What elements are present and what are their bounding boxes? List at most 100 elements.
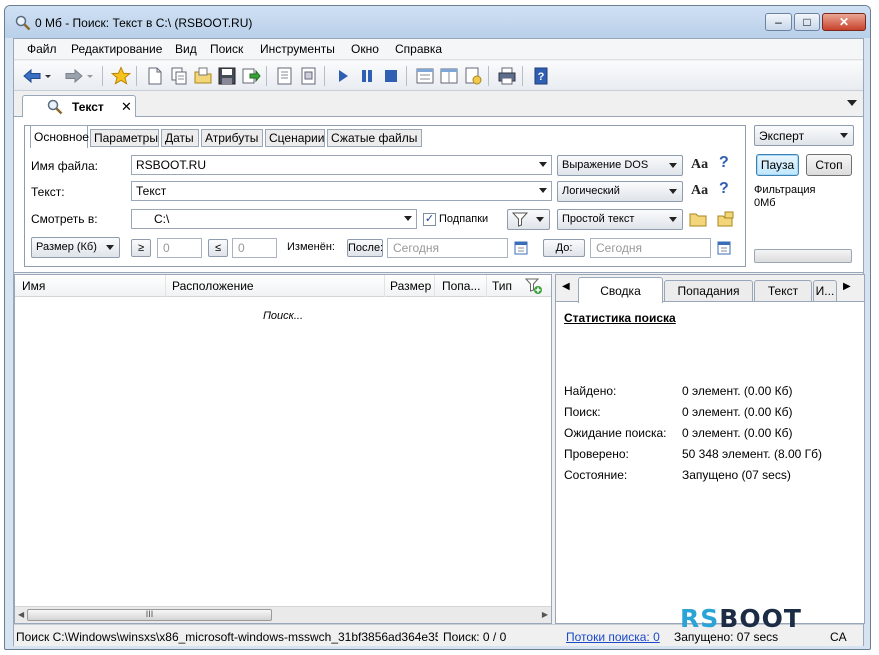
folder-options-icon[interactable]: [717, 211, 735, 227]
tab-text[interactable]: Текст: [754, 280, 812, 302]
help-book-icon[interactable]: ?: [531, 66, 551, 86]
close-icon: ✕: [838, 15, 850, 29]
filter-button[interactable]: [507, 209, 550, 230]
menu-help[interactable]: Справка: [395, 42, 442, 56]
column-type[interactable]: Тип: [492, 279, 512, 293]
tab-dates[interactable]: Даты: [161, 129, 199, 147]
tab-search-text[interactable]: Текст ✕: [22, 95, 136, 118]
maximize-button[interactable]: □: [794, 13, 820, 31]
layout-icon[interactable]: [439, 66, 459, 86]
pause-icon[interactable]: [357, 66, 377, 86]
export-icon[interactable]: [241, 66, 261, 86]
after-button[interactable]: После:: [347, 239, 383, 257]
tabs-dropdown-icon[interactable]: [847, 99, 857, 107]
list-icon[interactable]: [415, 66, 435, 86]
stat-waiting-value: 0 элемент. (0.00 Кб): [682, 426, 793, 440]
text-type-select[interactable]: Простой текст: [557, 209, 683, 230]
horizontal-scrollbar[interactable]: ◀ III ▶: [15, 606, 551, 623]
text-help-icon[interactable]: ?: [719, 180, 729, 198]
column-hits[interactable]: Попа...: [442, 279, 480, 293]
search-threads-link[interactable]: Потоки поиска: 0: [566, 630, 660, 644]
size-le-button[interactable]: ≤: [208, 239, 228, 257]
tabs-scroll-right-icon[interactable]: ▶: [843, 281, 851, 292]
back-icon[interactable]: [22, 66, 42, 86]
menu-edit[interactable]: Редактирование: [71, 42, 162, 56]
text-label: Текст:: [31, 185, 65, 199]
save-icon[interactable]: [217, 66, 237, 86]
searching-status: Поиск...: [262, 310, 304, 322]
search-options-panel: Основное Параметры Даты Атрибуты Сценари…: [14, 117, 863, 273]
chevron-down-icon[interactable]: [539, 162, 547, 167]
filename-input[interactable]: RSBOOT.RU: [131, 155, 552, 175]
stat-search-label: Поиск:: [564, 405, 601, 419]
tabs-scroll-left-icon[interactable]: ◀: [562, 281, 570, 292]
column-size[interactable]: Размер: [390, 279, 431, 293]
calendar-icon[interactable]: [717, 241, 731, 255]
text-input[interactable]: Текст: [131, 181, 552, 201]
column-name[interactable]: Имя: [22, 279, 45, 293]
after-date-input[interactable]: Сегодня: [387, 238, 508, 258]
tab-parameters[interactable]: Параметры: [90, 129, 159, 147]
text-mode-select[interactable]: Логический: [557, 181, 683, 202]
close-tab-icon[interactable]: ✕: [121, 99, 132, 115]
stop-button[interactable]: Стоп: [806, 154, 852, 176]
start-icon[interactable]: [333, 66, 353, 86]
size-mode-select[interactable]: Размер (Кб): [31, 237, 120, 258]
tab-hits[interactable]: Попадания: [664, 280, 753, 302]
size-ge-button[interactable]: ≥: [131, 239, 151, 257]
new-document-icon[interactable]: [145, 66, 165, 86]
properties-icon[interactable]: [299, 66, 319, 86]
scroll-thumb[interactable]: III: [27, 609, 272, 621]
forward-icon[interactable]: [64, 66, 84, 86]
print-icon[interactable]: [497, 66, 517, 86]
scroll-right-icon[interactable]: ▶: [542, 610, 548, 619]
before-button[interactable]: До:: [543, 239, 585, 257]
browse-folder-icon[interactable]: [689, 211, 707, 227]
scroll-left-icon[interactable]: ◀: [18, 610, 24, 619]
column-divider[interactable]: [486, 275, 487, 297]
menu-search[interactable]: Поиск: [210, 42, 243, 56]
menu-file[interactable]: Файл: [27, 42, 57, 56]
chevron-down-icon[interactable]: [539, 188, 547, 193]
tab-scenarios[interactable]: Сценарии: [265, 129, 325, 147]
size-min-input[interactable]: 0: [157, 238, 202, 258]
menu-tools[interactable]: Инструменты: [260, 42, 335, 56]
stop-icon[interactable]: [381, 66, 401, 86]
size-max-input[interactable]: 0: [232, 238, 277, 258]
forward-dropdown-icon[interactable]: [86, 66, 94, 86]
text-case-sensitive-icon[interactable]: Aa: [691, 183, 708, 199]
report-icon[interactable]: [275, 66, 295, 86]
column-location[interactable]: Расположение: [172, 279, 254, 293]
lookin-input[interactable]: C:\: [131, 209, 417, 229]
calendar-icon[interactable]: [514, 241, 528, 255]
tab-compressed[interactable]: Сжатые файлы: [327, 129, 422, 147]
menu-view[interactable]: Вид: [175, 42, 197, 56]
tab-more[interactable]: И...: [813, 280, 837, 302]
case-sensitive-icon[interactable]: Aa: [691, 157, 708, 173]
close-window-button[interactable]: ✕: [822, 13, 866, 31]
settings-icon[interactable]: [463, 66, 483, 86]
tab-general[interactable]: Основное: [30, 125, 89, 148]
before-date-input[interactable]: Сегодня: [590, 238, 711, 258]
column-filter-icon[interactable]: [525, 278, 543, 295]
back-dropdown-icon[interactable]: [44, 66, 52, 86]
pause-button[interactable]: Пауза: [756, 154, 799, 176]
column-divider[interactable]: [434, 275, 435, 297]
column-divider[interactable]: [384, 275, 385, 297]
menu-window[interactable]: Окно: [351, 42, 379, 56]
mode-select[interactable]: Эксперт: [754, 125, 854, 146]
help-icon[interactable]: ?: [719, 154, 729, 172]
chevron-down-icon[interactable]: [404, 216, 412, 221]
title-bar[interactable]: 0 Мб - Поиск: Текст в C:\ (RSBOOT.RU) – …: [5, 6, 870, 38]
copy-icon[interactable]: [169, 66, 189, 86]
favorite-star-icon[interactable]: [111, 66, 131, 86]
tab-summary[interactable]: Сводка: [578, 277, 663, 303]
filename-mode-select[interactable]: Выражение DOS: [557, 155, 683, 176]
open-folder-icon[interactable]: [193, 66, 213, 86]
column-divider[interactable]: [165, 275, 166, 297]
minimize-button[interactable]: –: [765, 13, 792, 31]
results-list[interactable]: Имя Расположение Размер Попа... Тип Поис…: [14, 274, 552, 624]
subfolders-checkbox[interactable]: ✓: [423, 213, 436, 226]
chevron-down-icon: [106, 245, 114, 250]
tab-attributes[interactable]: Атрибуты: [201, 129, 263, 147]
